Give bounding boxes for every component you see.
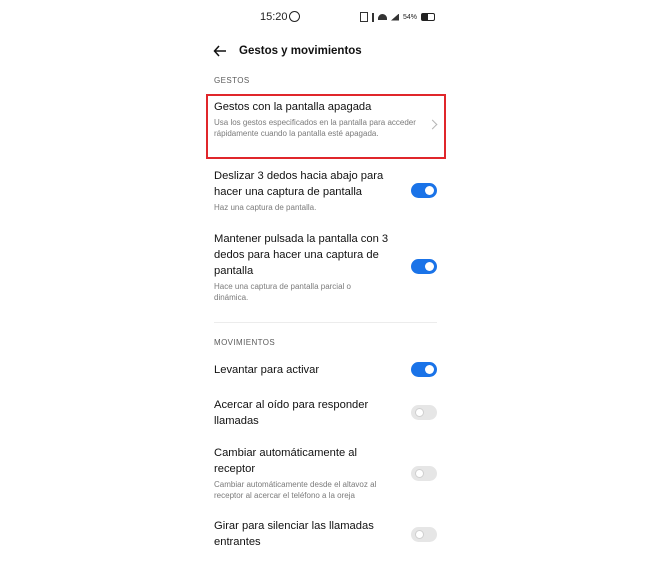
status-icons: 54% xyxy=(360,12,436,22)
bluetooth-icon xyxy=(372,12,374,22)
toggle-knob xyxy=(415,408,424,417)
item-subtitle: Hace una captura de pantalla parcial o d… xyxy=(214,282,351,302)
item-subtitle: Usa los gestos especificados en la panta… xyxy=(214,118,416,138)
toggle-three-finger-swipe[interactable] xyxy=(411,183,437,198)
list-item-three-finger-swipe[interactable]: Deslizar 3 dedos hacia abajo para hacer … xyxy=(214,168,404,213)
wifi-icon xyxy=(378,14,387,20)
item-title: Gestos con la pantalla apagada xyxy=(214,101,372,113)
item-subtitle: Haz una captura de pantalla. xyxy=(214,203,317,212)
list-item-three-finger-hold[interactable]: Mantener pulsada la pantalla con 3 dedos… xyxy=(214,231,404,303)
toggle-knob xyxy=(415,469,424,478)
app-bar: Gestos y movimientos xyxy=(197,40,455,64)
section-header-gestos: GESTOS xyxy=(214,76,250,85)
item-title: Acercar al oído para responder llamadas xyxy=(214,399,369,427)
list-item-ear-answer[interactable]: Acercar al oído para responder llamadas xyxy=(214,397,394,429)
toggle-flip-to-mute[interactable] xyxy=(411,527,437,542)
item-subtitle: Cambiar automáticamente desde el altavoz… xyxy=(214,480,377,500)
whatsapp-icon xyxy=(289,11,300,22)
section-header-movimientos: MOVIMIENTOS xyxy=(214,338,276,347)
settings-screen: 15:20 54% Gestos y movimientos GESTOS Ge… xyxy=(197,0,455,570)
toggle-auto-receiver[interactable] xyxy=(411,466,437,481)
nfc-icon xyxy=(360,12,368,22)
signal-icon xyxy=(391,13,399,21)
section-divider xyxy=(214,322,437,323)
list-item-auto-receiver[interactable]: Cambiar automáticamente al receptor Camb… xyxy=(214,445,389,501)
back-arrow-icon[interactable] xyxy=(213,44,227,58)
battery-icon xyxy=(421,13,436,21)
item-title: Cambiar automáticamente al receptor xyxy=(214,447,358,475)
toggle-three-finger-hold[interactable] xyxy=(411,259,437,274)
toggle-ear-answer[interactable] xyxy=(411,405,437,420)
status-bar: 15:20 54% xyxy=(197,8,455,26)
list-item-flip-to-mute[interactable]: Girar para silenciar las llamadas entran… xyxy=(214,518,394,550)
toggle-knob xyxy=(425,365,434,374)
item-title: Deslizar 3 dedos hacia abajo para hacer … xyxy=(214,170,384,198)
item-title: Levantar para activar xyxy=(214,364,320,376)
toggle-knob xyxy=(415,530,424,539)
list-item-screen-off-gestures[interactable]: Gestos con la pantalla apagada Usa los g… xyxy=(214,99,424,139)
page-title: Gestos y movimientos xyxy=(239,45,362,57)
status-time: 15:20 xyxy=(260,11,288,23)
item-title: Girar para silenciar las llamadas entran… xyxy=(214,520,374,548)
battery-percent: 54% xyxy=(403,13,418,21)
toggle-raise-to-wake[interactable] xyxy=(411,362,437,377)
toggle-knob xyxy=(425,262,434,271)
item-title: Mantener pulsada la pantalla con 3 dedos… xyxy=(214,233,389,277)
toggle-knob xyxy=(425,186,434,195)
list-item-raise-to-wake[interactable]: Levantar para activar xyxy=(214,362,404,378)
